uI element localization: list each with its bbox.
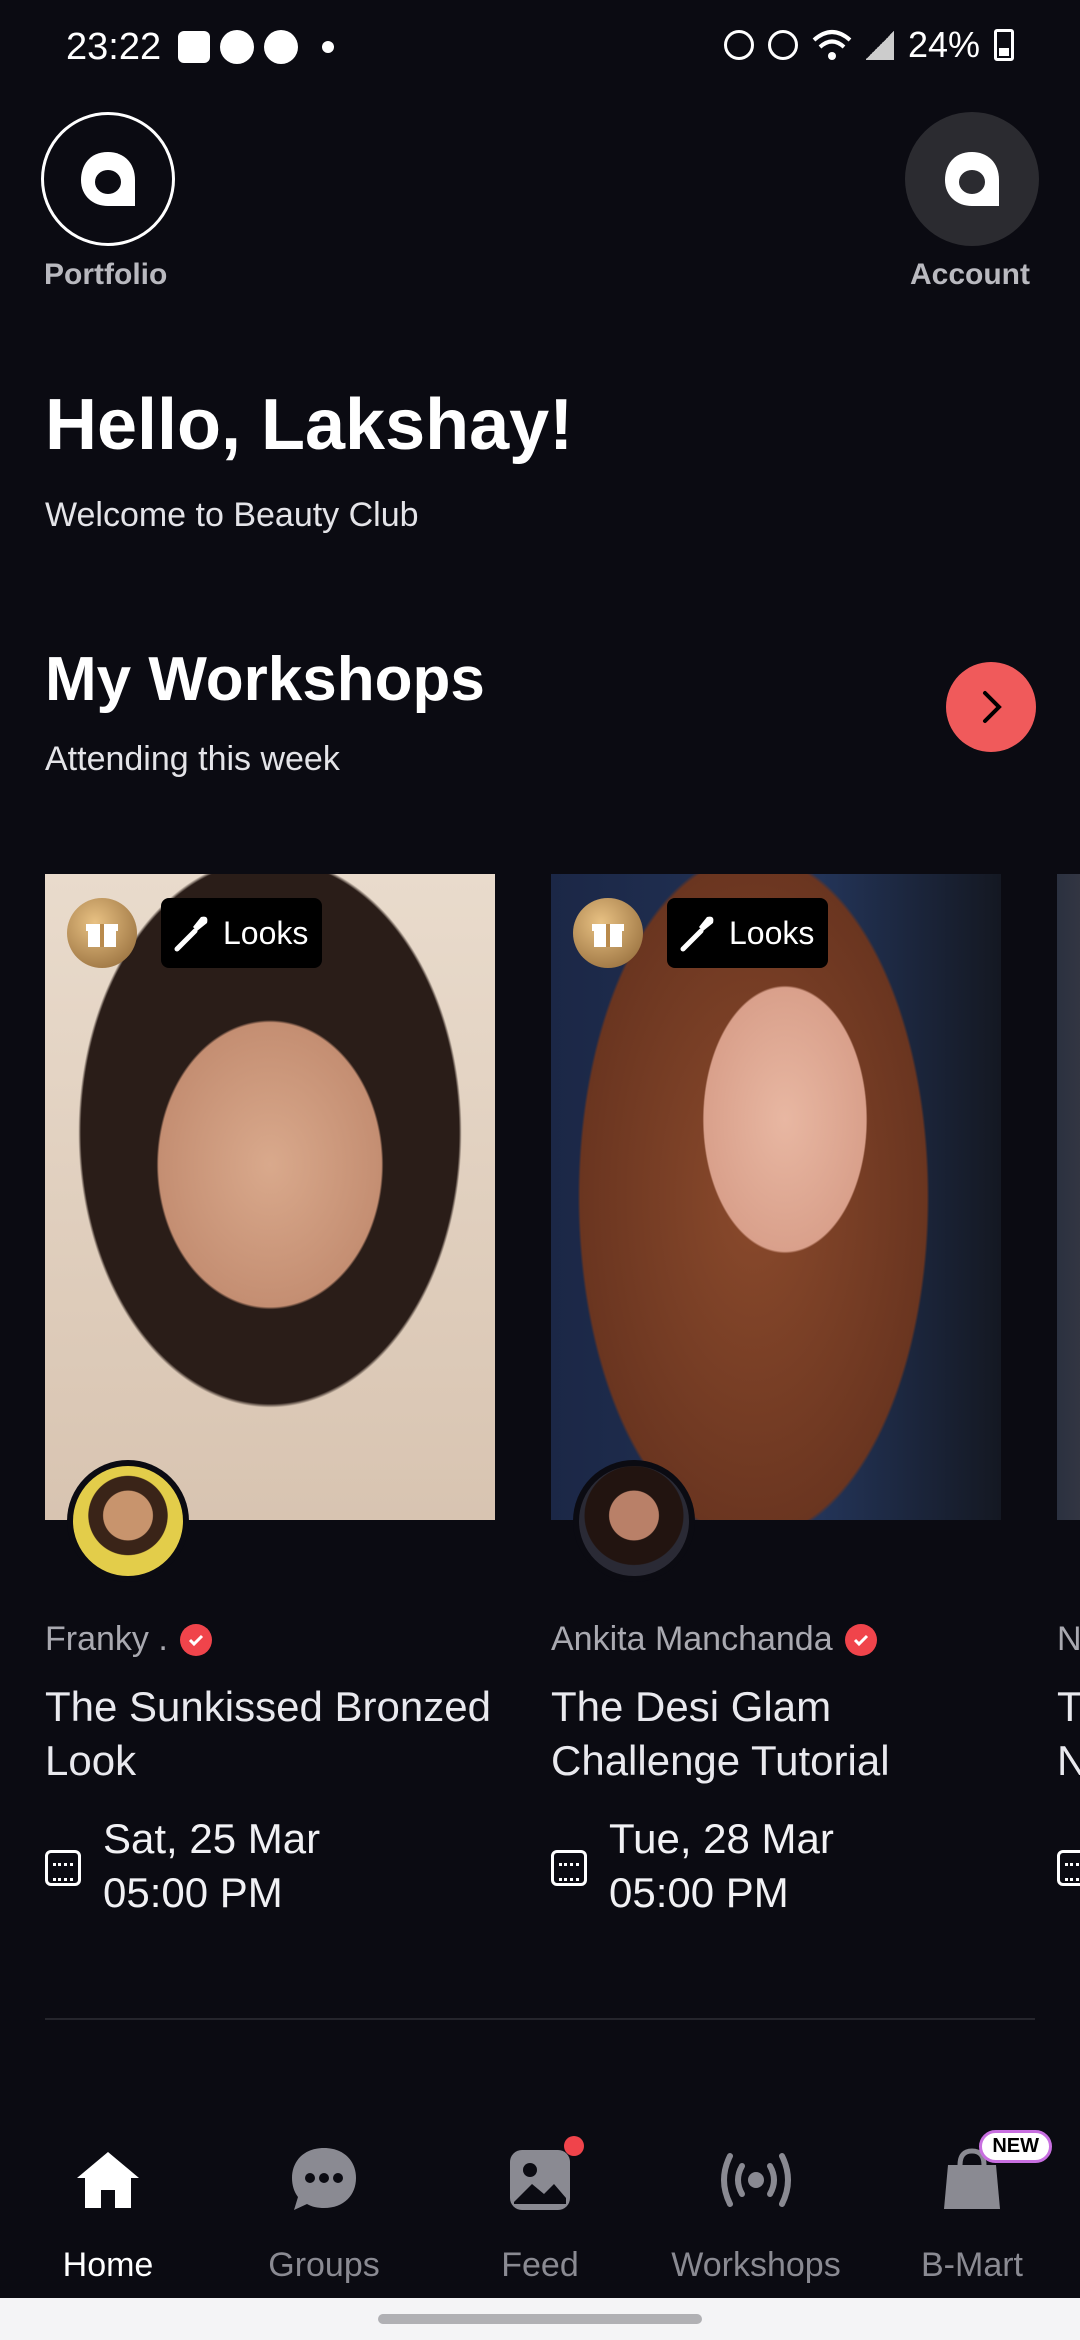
workshop-thumbnail[interactable]	[1057, 874, 1080, 1520]
chat-bubble-icon	[284, 2140, 364, 2220]
home-icon	[68, 2140, 148, 2220]
chat-notification-icon	[264, 30, 298, 64]
account-button[interactable]	[905, 112, 1039, 246]
calendar-icon	[45, 1850, 81, 1886]
workshop-schedule: Tue, 28 Mar 05:00 PM	[551, 1812, 834, 1920]
workshop-title[interactable]: T N	[1057, 1680, 1080, 1788]
nav-workshops[interactable]: Workshops	[648, 2116, 864, 2285]
status-bar: 23:22 24%	[0, 0, 1080, 96]
verified-icon	[179, 1623, 212, 1656]
battery-percent: 24%	[907, 24, 980, 65]
nav-workshops-label: Workshops	[671, 2246, 841, 2284]
workshop-title[interactable]: The Sunkissed Bronzed Look	[45, 1680, 525, 1788]
host-name: N	[1057, 1620, 1080, 1658]
signal-icon	[865, 30, 894, 60]
gift-icon	[573, 898, 643, 968]
greeting-subtitle: Welcome to Beauty Club	[45, 496, 419, 534]
calendar-icon	[1057, 1850, 1080, 1886]
calendar-icon	[551, 1850, 587, 1886]
nav-groups-label: Groups	[268, 2246, 380, 2284]
nav-bmart[interactable]: NEW B-Mart	[864, 2116, 1080, 2285]
alarm-icon	[767, 30, 798, 60]
makeup-brush-icon	[680, 916, 714, 952]
greeting-title: Hello, Lakshay!	[45, 385, 574, 465]
system-icons: 24%	[723, 24, 1014, 66]
workshop-thumbnail[interactable]: Looks	[45, 874, 495, 1520]
workshop-date: Tue, 28 Mar	[609, 1815, 834, 1862]
workshop-thumbnail[interactable]: Looks	[551, 874, 1001, 1520]
makeup-brush-icon	[174, 916, 208, 952]
host-name: Ankita Manchanda	[551, 1620, 833, 1658]
bottom-navigation: Home Groups Feed Workshops NEW B-Mart	[0, 2116, 1080, 2294]
account-label: Account	[910, 258, 1030, 291]
portfolio-label: Portfolio	[44, 258, 168, 291]
new-badge: NEW	[979, 2130, 1052, 2163]
see-all-workshops-button[interactable]	[946, 662, 1036, 752]
gift-icon	[67, 898, 137, 968]
looks-badge: Looks	[161, 898, 323, 968]
nav-feed-label: Feed	[501, 2246, 579, 2284]
image-icon	[500, 2136, 584, 2220]
looks-badge-label: Looks	[729, 914, 815, 951]
host-name-row[interactable]: Franky .	[45, 1620, 212, 1659]
nav-feed[interactable]: Feed	[432, 2116, 648, 2285]
host-name: Franky .	[45, 1620, 168, 1658]
account-logo-icon	[945, 152, 999, 206]
shopping-bag-icon: NEW	[932, 2130, 1052, 2220]
host-name-row[interactable]: N	[1057, 1620, 1080, 1659]
divider	[45, 2018, 1035, 2020]
workshop-schedule: Sat, 25 Mar 05:00 PM	[45, 1812, 320, 1920]
verified-icon	[844, 1623, 877, 1656]
broadcast-icon	[716, 2140, 796, 2220]
brand-logo-icon	[81, 152, 135, 206]
feed-notification-dot	[564, 2136, 584, 2156]
host-avatar[interactable]	[573, 1460, 695, 1582]
workshop-carousel[interactable]: Looks Franky . The Sunkissed Bronzed Loo…	[45, 874, 1080, 1934]
battery-saver-icon	[723, 30, 754, 60]
gallery-notification-icon	[178, 31, 210, 63]
battery-icon	[994, 29, 1014, 61]
nav-groups[interactable]: Groups	[216, 2116, 432, 2285]
workshop-title[interactable]: The Desi Glam Challenge Tutorial	[551, 1680, 1031, 1788]
status-time: 23:22	[66, 26, 162, 68]
nav-bmart-label: B-Mart	[921, 2246, 1023, 2284]
looks-badge-label: Looks	[223, 914, 309, 951]
workshop-schedule	[1057, 1812, 1080, 1886]
workshop-time: 05:00 PM	[609, 1869, 789, 1916]
nav-home-label: Home	[62, 2246, 154, 2284]
workshop-time: 05:00 PM	[103, 1869, 283, 1916]
wifi-icon	[812, 30, 852, 60]
section-subtitle: Attending this week	[45, 740, 340, 778]
section-title: My Workshops	[45, 645, 485, 714]
chevron-right-icon	[983, 691, 1002, 723]
looks-badge: Looks	[667, 898, 829, 968]
nav-home[interactable]: Home	[0, 2116, 216, 2285]
more-notifications-icon	[322, 41, 334, 53]
home-gesture-handle[interactable]	[378, 2314, 702, 2324]
portfolio-button[interactable]	[41, 112, 175, 246]
workshop-date: Sat, 25 Mar	[103, 1815, 321, 1862]
message-notification-icon	[220, 30, 254, 64]
host-avatar[interactable]	[67, 1460, 189, 1582]
host-name-row[interactable]: Ankita Manchanda	[551, 1620, 877, 1659]
notification-icons	[178, 30, 334, 64]
